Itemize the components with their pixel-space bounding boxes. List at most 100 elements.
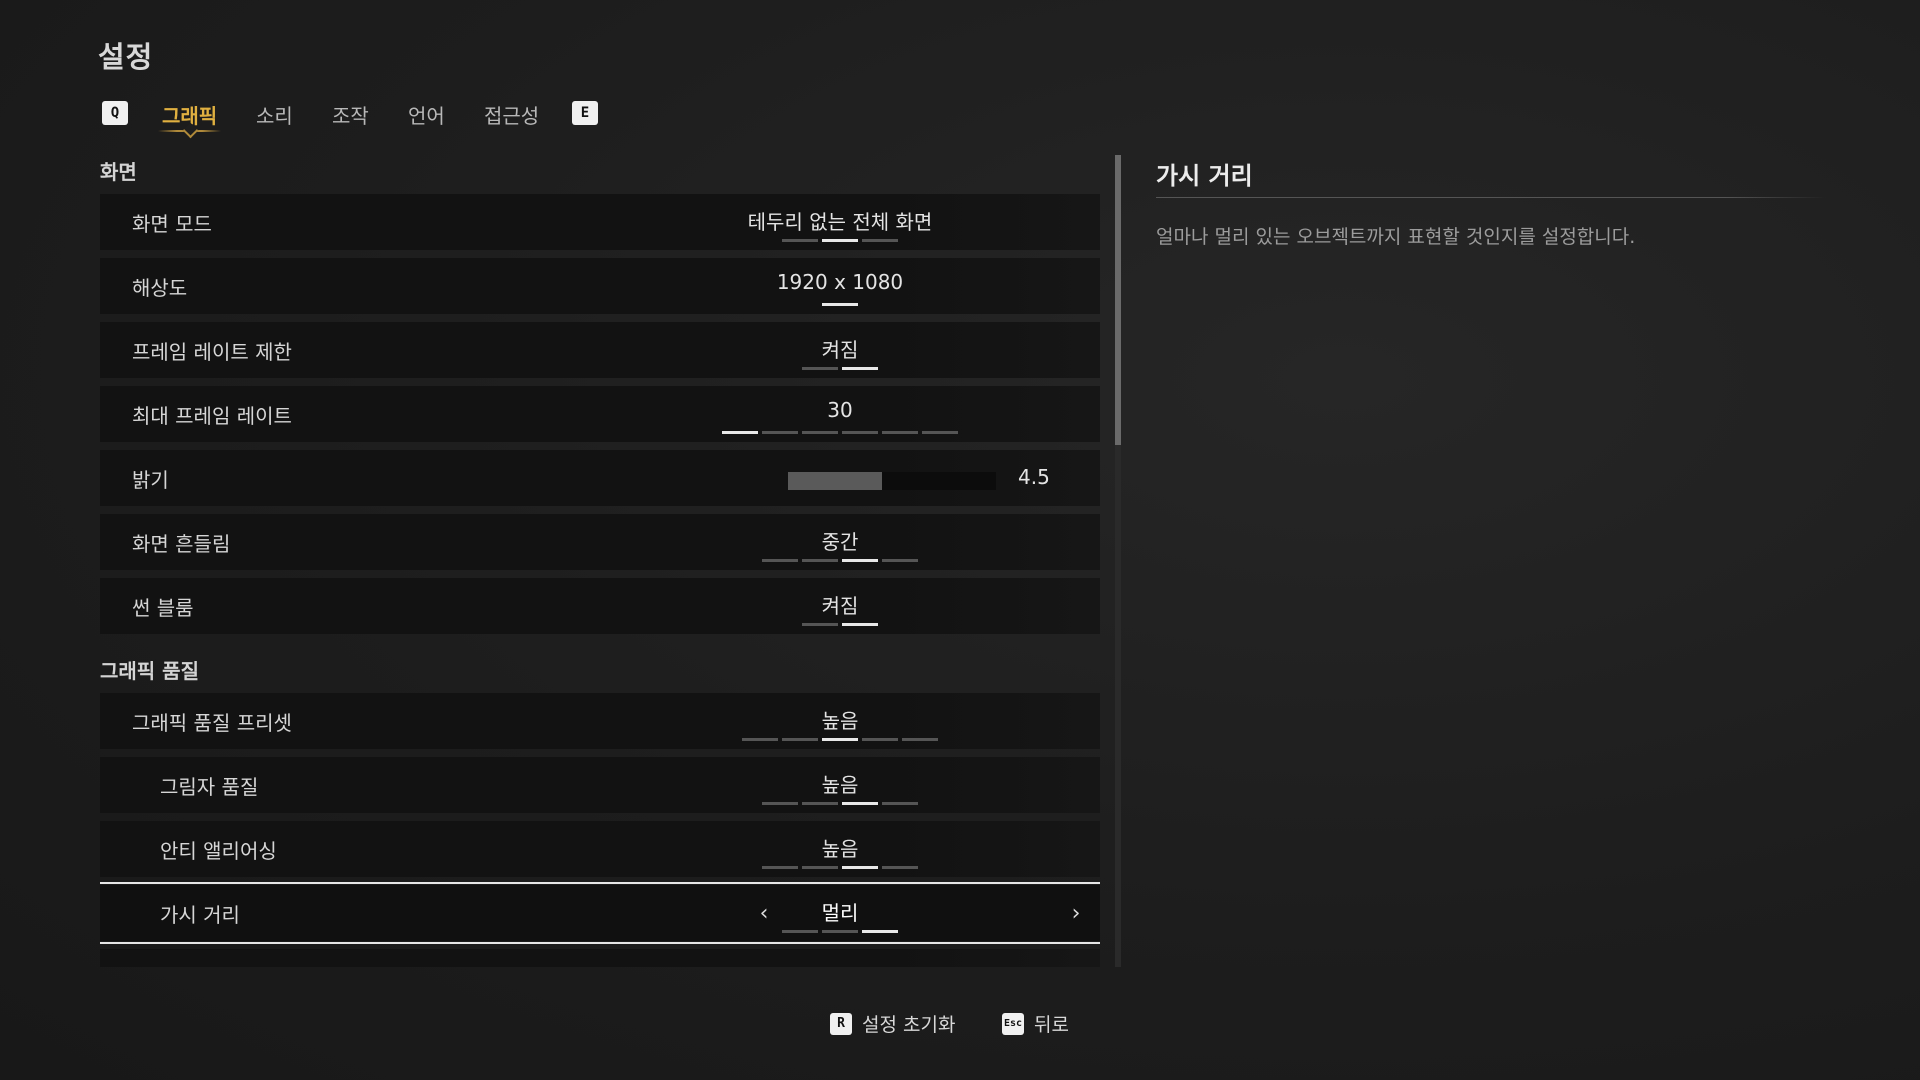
reset-label: 설정 초기화 [862, 1014, 956, 1036]
option-pip [842, 431, 878, 434]
option-pip [802, 623, 838, 626]
row-label: 그래픽 품질 프리셋 [132, 711, 292, 735]
reset-settings-button[interactable]: R 설정 초기화 [830, 1010, 955, 1037]
row-frame-limit[interactable]: 프레임 레이트 제한 켜짐 [100, 322, 1100, 378]
option-pip [842, 866, 878, 869]
option-pip [882, 866, 918, 869]
row-label: 그림자 품질 [160, 775, 259, 799]
row-value: 높음 [821, 837, 859, 861]
option-pip [742, 738, 778, 741]
row-shadow-quality[interactable]: 그림자 품질 높음 [100, 757, 1100, 813]
row-value: 테두리 없는 전체 화면 [747, 210, 933, 234]
option-pip [762, 559, 798, 562]
option-pip [922, 431, 958, 434]
row-label: 최대 프레임 레이트 [132, 404, 292, 428]
settings-list[interactable]: 화면 화면 모드 테두리 없는 전체 화면 해상도 1920 x 1080 프레… [100, 155, 1100, 967]
detail-description: 얼마나 멀리 있는 오브젝트까지 표현할 것인지를 설정합니다. [1156, 226, 1636, 248]
row-view-distance[interactable]: 가시 거리 ‹ 멀리 › [100, 882, 1100, 944]
row-value: 중간 [821, 530, 859, 554]
option-pip [782, 930, 818, 933]
row-label: 화면 모드 [132, 212, 212, 236]
settings-scrollbar[interactable] [1115, 155, 1121, 967]
option-pip [842, 623, 878, 626]
option-pip [782, 239, 818, 242]
row-partial-next[interactable] [100, 949, 1100, 967]
option-pip [802, 367, 838, 370]
option-pips [822, 303, 858, 306]
option-pip [802, 559, 838, 562]
r-key-icon: R [830, 1012, 852, 1035]
option-pip [802, 802, 838, 805]
option-pip [882, 802, 918, 805]
slider-fill [788, 472, 882, 490]
option-pip [842, 802, 878, 805]
q-key-icon[interactable]: Q [102, 101, 128, 125]
footer-hints: R 설정 초기화 Esc 뒤로 [0, 1010, 1920, 1040]
option-pip [822, 930, 858, 933]
back-label: 뒤로 [1034, 1014, 1069, 1036]
detail-divider [1156, 197, 1826, 198]
row-anti-aliasing[interactable]: 안티 앨리어싱 높음 [100, 821, 1100, 877]
row-value: 높음 [821, 709, 859, 733]
row-value: 1920 x 1080 [776, 270, 904, 294]
section-display: 화면 [100, 160, 137, 184]
option-pip [862, 239, 898, 242]
row-label: 썬 블룸 [132, 596, 194, 620]
row-resolution[interactable]: 해상도 1920 x 1080 [100, 258, 1100, 314]
option-pip [882, 559, 918, 562]
row-value: 켜짐 [821, 594, 859, 618]
option-pip [762, 866, 798, 869]
option-pip [802, 866, 838, 869]
row-label: 밝기 [132, 468, 169, 492]
tab-graphics[interactable]: 그래픽 [158, 100, 222, 139]
option-pip [762, 431, 798, 434]
option-pip [782, 738, 818, 741]
section-graphics-quality: 그래픽 품질 [100, 659, 199, 683]
tab-controls[interactable]: 조작 [332, 100, 369, 129]
row-label: 프레임 레이트 제한 [132, 340, 292, 364]
esc-key-icon: Esc [1002, 1012, 1024, 1035]
option-pips [782, 930, 898, 933]
row-value: 30 [827, 398, 853, 422]
option-pips [722, 431, 958, 434]
option-pip [822, 738, 858, 741]
row-sun-bloom[interactable]: 썬 블룸 켜짐 [100, 578, 1100, 634]
row-label: 해상도 [132, 276, 188, 300]
option-pip [862, 738, 898, 741]
row-display-mode[interactable]: 화면 모드 테두리 없는 전체 화면 [100, 194, 1100, 250]
row-label: 가시 거리 [160, 903, 240, 927]
option-pips [762, 866, 918, 869]
detail-title: 가시 거리 [1156, 162, 1253, 190]
slider-value: 4.5 [1018, 465, 1050, 489]
row-value: 켜짐 [821, 338, 859, 362]
row-max-fps[interactable]: 최대 프레임 레이트 30 [100, 386, 1100, 442]
tab-sound[interactable]: 소리 [256, 100, 293, 129]
row-brightness[interactable]: 밝기 4.5 [100, 450, 1100, 506]
row-screen-shake[interactable]: 화면 흔들림 중간 [100, 514, 1100, 570]
back-button[interactable]: Esc 뒤로 [1002, 1010, 1069, 1037]
option-pip [822, 303, 858, 306]
page-title: 설정 [98, 40, 154, 74]
brightness-slider[interactable] [788, 472, 996, 490]
option-pips [782, 239, 898, 242]
option-pip [902, 738, 938, 741]
option-pip [722, 431, 758, 434]
row-value: 멀리 [821, 901, 859, 925]
option-pip [842, 559, 878, 562]
tab-accessibility[interactable]: 접근성 [484, 100, 539, 129]
option-pip [822, 239, 858, 242]
row-quality-preset[interactable]: 그래픽 품질 프리셋 높음 [100, 693, 1100, 749]
chevron-right-icon[interactable]: › [1066, 902, 1086, 926]
row-label: 안티 앨리어싱 [160, 839, 277, 863]
row-value: 높음 [821, 773, 859, 797]
option-pip [862, 930, 898, 933]
e-key-icon[interactable]: E [572, 101, 598, 125]
option-pips [762, 802, 918, 805]
scrollbar-thumb[interactable] [1115, 155, 1121, 445]
option-pip [842, 367, 878, 370]
row-label: 화면 흔들림 [132, 532, 231, 556]
option-pip [802, 431, 838, 434]
option-pips [802, 367, 878, 370]
option-pips [762, 559, 918, 562]
tab-language[interactable]: 언어 [408, 100, 445, 129]
